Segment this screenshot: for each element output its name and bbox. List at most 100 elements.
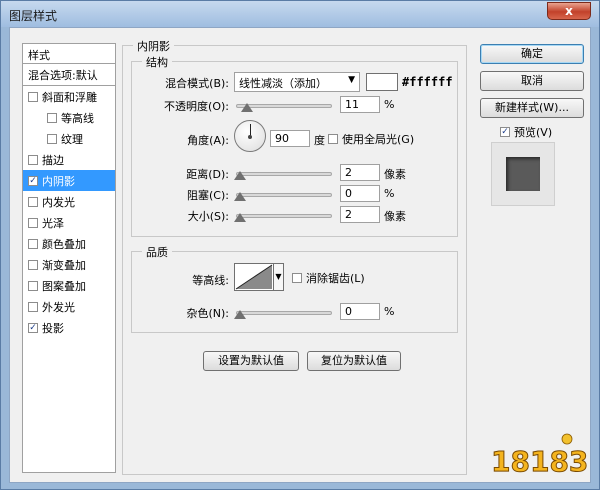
choke-slider[interactable] bbox=[234, 188, 332, 202]
size-slider-thumb[interactable] bbox=[234, 213, 246, 222]
noise-slider[interactable] bbox=[234, 306, 332, 320]
choke-slider-thumb[interactable] bbox=[234, 192, 246, 201]
noise-input[interactable]: 0 bbox=[340, 303, 380, 320]
opacity-input[interactable]: 11 bbox=[340, 96, 380, 113]
style-list-item-label: 内阴影 bbox=[42, 175, 75, 188]
title-bar[interactable]: 图层样式 x bbox=[1, 1, 599, 27]
style-list-item-label: 斜面和浮雕 bbox=[42, 91, 97, 104]
style-list-item[interactable]: 内发光 bbox=[23, 191, 115, 212]
noise-label: 杂色(N): bbox=[186, 307, 229, 320]
style-list-item-label: 光泽 bbox=[42, 217, 64, 230]
anti-aliased-label: 消除锯齿(L) bbox=[306, 272, 365, 285]
structure-title: 结构 bbox=[142, 54, 172, 70]
style-list-item[interactable]: 渐变叠加 bbox=[23, 254, 115, 275]
blend-mode-label: 混合模式(B): bbox=[165, 77, 229, 90]
anti-aliased-checkbox[interactable] bbox=[292, 273, 302, 283]
style-preview-swatch bbox=[506, 157, 540, 191]
ok-button[interactable]: 确定 bbox=[480, 44, 584, 64]
window-title: 图层样式 bbox=[9, 9, 58, 23]
style-preview bbox=[491, 142, 555, 206]
style-list-item-label: 投影 bbox=[42, 322, 64, 335]
use-global-light-label: 使用全局光(G) bbox=[342, 133, 415, 146]
style-list-item[interactable]: 斜面和浮雕 bbox=[23, 86, 115, 107]
size-slider[interactable] bbox=[234, 209, 332, 223]
angle-input[interactable]: 90 bbox=[270, 130, 310, 147]
style-list-item[interactable]: 图案叠加 bbox=[23, 275, 115, 296]
choke-slider-track bbox=[236, 193, 332, 197]
choke-label: 阻塞(C): bbox=[187, 189, 229, 202]
style-list-item[interactable]: 内阴影 bbox=[23, 170, 115, 191]
style-checkbox[interactable] bbox=[28, 92, 38, 102]
style-list-item[interactable]: 纹理 bbox=[23, 128, 115, 149]
style-checkbox[interactable] bbox=[28, 239, 38, 249]
close-button[interactable]: x bbox=[547, 2, 591, 20]
style-checkbox[interactable] bbox=[47, 113, 57, 123]
contour-dropdown-chevron-icon[interactable]: ▼ bbox=[274, 263, 284, 291]
style-list-item-label: 图案叠加 bbox=[42, 280, 86, 293]
make-default-button[interactable]: 设置为默认值 bbox=[203, 351, 299, 371]
watermark-logo: 18183 bbox=[491, 433, 589, 479]
style-list-item[interactable]: 颜色叠加 bbox=[23, 233, 115, 254]
noise-slider-thumb[interactable] bbox=[234, 310, 246, 319]
contour-curve-icon bbox=[235, 264, 273, 290]
blend-mode-select[interactable]: 线性减淡（添加） ▼ bbox=[234, 72, 360, 92]
distance-slider-track bbox=[236, 172, 332, 176]
dialog-body: 样式 混合选项:默认 斜面和浮雕等高线纹理描边内阴影内发光光泽颜色叠加渐变叠加图… bbox=[9, 27, 591, 483]
style-checkbox[interactable] bbox=[28, 260, 38, 270]
use-global-light-checkbox[interactable] bbox=[328, 134, 338, 144]
inner-shadow-panel: 内阴影 结构 混合模式(B): 线性减淡（添加） ▼ #ffffff 不透明度(… bbox=[122, 38, 467, 475]
structure-group: 结构 混合模式(B): 线性减淡（添加） ▼ #ffffff 不透明度(O): … bbox=[131, 54, 458, 237]
style-checkbox[interactable] bbox=[47, 134, 57, 144]
style-list: 样式 混合选项:默认 斜面和浮雕等高线纹理描边内阴影内发光光泽颜色叠加渐变叠加图… bbox=[22, 43, 116, 473]
style-list-item[interactable]: 描边 bbox=[23, 149, 115, 170]
style-list-item[interactable]: 等高线 bbox=[23, 107, 115, 128]
style-checkbox[interactable] bbox=[28, 302, 38, 312]
distance-slider-thumb[interactable] bbox=[234, 171, 246, 180]
style-list-item-label: 颜色叠加 bbox=[42, 238, 86, 251]
style-checkbox[interactable] bbox=[28, 197, 38, 207]
shadow-color-hex: #ffffff bbox=[402, 75, 453, 89]
cancel-button[interactable]: 取消 bbox=[480, 71, 584, 91]
opacity-slider-thumb[interactable] bbox=[240, 103, 253, 112]
new-style-button[interactable]: 新建样式(W)... bbox=[480, 98, 584, 118]
shadow-color-swatch[interactable] bbox=[366, 73, 398, 91]
angle-unit: 度 bbox=[314, 134, 325, 147]
distance-input[interactable]: 2 bbox=[340, 164, 380, 181]
distance-slider[interactable] bbox=[234, 167, 332, 181]
use-global-light-row[interactable]: 使用全局光(G) bbox=[328, 131, 414, 147]
watermark-text: 18183 bbox=[491, 445, 588, 478]
preview-checkbox[interactable] bbox=[500, 127, 510, 137]
preview-row[interactable]: 预览(V) bbox=[500, 124, 552, 140]
preview-label: 预览(V) bbox=[514, 126, 553, 139]
angle-center-dot bbox=[248, 135, 252, 139]
size-unit: 像素 bbox=[384, 210, 406, 223]
layer-style-dialog: 图层样式 x 样式 混合选项:默认 斜面和浮雕等高线纹理描边内阴影内发光光泽颜色… bbox=[0, 0, 600, 490]
blend-mode-value: 线性减淡（添加） bbox=[239, 77, 327, 90]
style-list-item[interactable]: 外发光 bbox=[23, 296, 115, 317]
angle-dial[interactable] bbox=[234, 120, 266, 152]
style-checkbox[interactable] bbox=[28, 218, 38, 228]
size-slider-track bbox=[236, 214, 332, 218]
style-list-item-label: 内发光 bbox=[42, 196, 75, 209]
size-label: 大小(S): bbox=[187, 210, 229, 223]
size-input[interactable]: 2 bbox=[340, 206, 380, 223]
style-list-header[interactable]: 样式 bbox=[23, 44, 115, 64]
style-checkbox[interactable] bbox=[28, 155, 38, 165]
style-checkbox[interactable] bbox=[28, 323, 38, 333]
style-checkbox[interactable] bbox=[28, 176, 38, 186]
opacity-label: 不透明度(O): bbox=[164, 100, 229, 113]
style-checkbox[interactable] bbox=[28, 281, 38, 291]
reset-default-button[interactable]: 复位为默认值 bbox=[307, 351, 401, 371]
choke-unit: % bbox=[384, 187, 395, 200]
style-list-item[interactable]: 投影 bbox=[23, 317, 115, 338]
opacity-unit: % bbox=[384, 98, 395, 111]
anti-aliased-row[interactable]: 消除锯齿(L) bbox=[292, 270, 365, 286]
noise-unit: % bbox=[384, 305, 395, 318]
style-list-item[interactable]: 光泽 bbox=[23, 212, 115, 233]
panel-title: 内阴影 bbox=[133, 38, 174, 54]
distance-label: 距离(D): bbox=[186, 168, 229, 181]
blending-options-item[interactable]: 混合选项:默认 bbox=[23, 64, 115, 86]
choke-input[interactable]: 0 bbox=[340, 185, 380, 202]
contour-picker[interactable] bbox=[234, 263, 274, 291]
opacity-slider[interactable] bbox=[236, 99, 332, 113]
